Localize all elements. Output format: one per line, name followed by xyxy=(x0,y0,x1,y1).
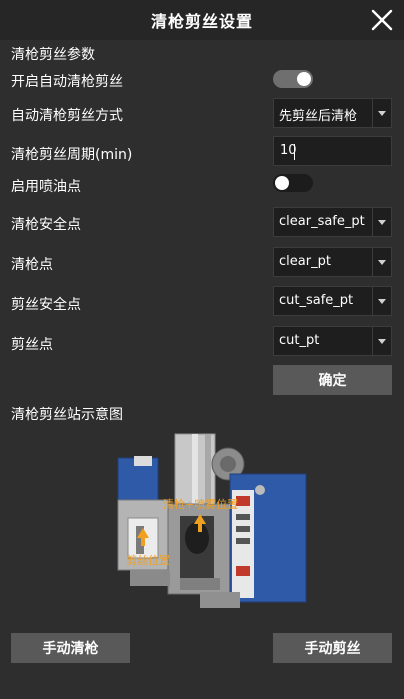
params-section-title: 清枪剪丝参数 xyxy=(11,47,95,63)
auto-mode-label: 自动清枪剪丝方式 xyxy=(11,108,123,124)
cycle-input[interactable]: 10 xyxy=(273,136,392,166)
oil-spray-label: 启用喷油点 xyxy=(11,179,81,195)
toggle-knob xyxy=(275,176,289,190)
cut-safe-point-label: 剪丝安全点 xyxy=(11,297,81,313)
cut-position-callout: 剪丝位置 xyxy=(126,554,170,567)
clean-point-label: 清枪点 xyxy=(11,257,53,273)
dropdown-arrow-icon xyxy=(372,99,391,127)
dropdown-arrow-icon xyxy=(372,287,391,315)
manual-clean-button[interactable]: 手动清枪 xyxy=(11,633,130,663)
diagram-section-title: 清枪剪丝站示意图 xyxy=(11,407,123,423)
cut-safe-point-select[interactable]: cut_safe_pt xyxy=(273,286,392,316)
cut-safe-point-value: cut_safe_pt xyxy=(279,293,354,308)
clean-spray-position-callout: 清枪+喷雾位置 xyxy=(163,498,239,511)
dropdown-arrow-icon xyxy=(372,327,391,355)
dropdown-arrow-icon xyxy=(372,248,391,276)
clean-safe-point-label: 清枪安全点 xyxy=(11,217,81,233)
clean-point-value: clear_pt xyxy=(279,254,331,269)
auto-clean-cut-toggle[interactable] xyxy=(273,70,313,88)
auto-clean-cut-label: 开启自动清枪剪丝 xyxy=(11,74,123,90)
clean-safe-point-value: clear_safe_pt xyxy=(279,214,365,229)
clean-safe-point-select[interactable]: clear_safe_pt xyxy=(273,207,392,237)
clean-cut-settings-window: 清枪剪丝设置 清枪剪丝参数 开启自动清枪剪丝 自动清枪剪丝方式 先剪丝后清枪 清… xyxy=(0,0,404,699)
cut-point-select[interactable]: cut_pt xyxy=(273,326,392,356)
clean-point-select[interactable]: clear_pt xyxy=(273,247,392,277)
oil-spray-toggle[interactable] xyxy=(273,174,313,192)
station-illustration xyxy=(117,433,307,608)
auto-mode-select[interactable]: 先剪丝后清枪 xyxy=(273,98,392,128)
window-title: 清枪剪丝设置 xyxy=(150,12,253,31)
auto-mode-value: 先剪丝后清枪 xyxy=(279,109,358,124)
toggle-knob xyxy=(297,72,311,86)
dropdown-arrow-icon xyxy=(372,208,391,236)
manual-cut-button[interactable]: 手动剪丝 xyxy=(273,633,392,663)
cut-point-value: cut_pt xyxy=(279,333,320,348)
cut-point-label: 剪丝点 xyxy=(11,337,53,353)
text-caret xyxy=(294,144,295,160)
cycle-label: 清枪剪丝周期(min) xyxy=(11,147,133,163)
confirm-button[interactable]: 确定 xyxy=(273,365,392,395)
station-diagram: 清枪+喷雾位置 剪丝位置 xyxy=(110,430,310,615)
title-bar: 清枪剪丝设置 xyxy=(0,0,404,40)
close-icon[interactable] xyxy=(370,8,394,32)
